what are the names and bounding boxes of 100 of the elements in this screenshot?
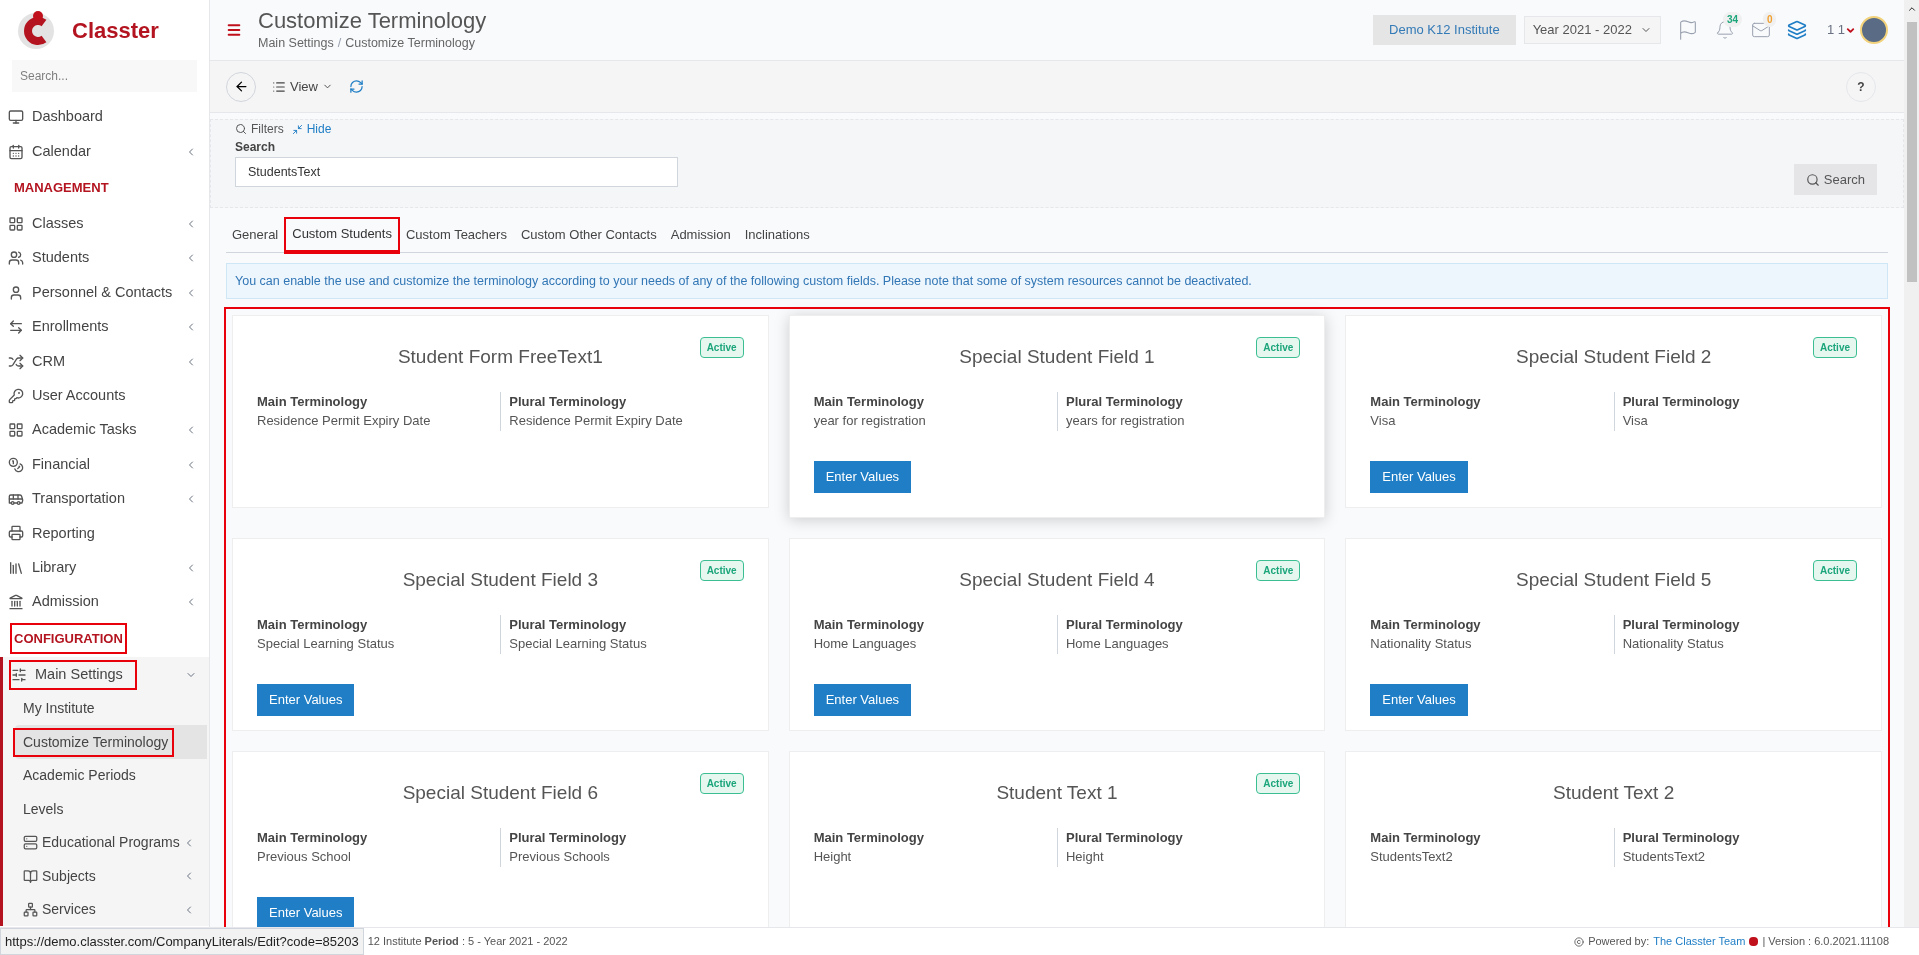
field-value: Nationality Status xyxy=(1370,635,1473,654)
message-count: 0 xyxy=(1762,12,1777,27)
avatar[interactable] xyxy=(1860,16,1888,44)
team-link[interactable]: The Classter Team xyxy=(1653,933,1746,950)
submenu-item[interactable]: My Institute xyxy=(15,691,207,726)
view-button[interactable]: View xyxy=(272,76,333,97)
field-label: Main Terminology xyxy=(1370,615,1482,634)
submenu-item[interactable]: Services xyxy=(15,892,207,927)
tab[interactable]: Admission xyxy=(664,219,737,252)
sidebar-item[interactable]: Library xyxy=(0,550,209,586)
sidebar-item[interactable]: CRM xyxy=(0,344,209,379)
enter-values-button[interactable]: Enter Values xyxy=(813,460,912,493)
enter-values-button[interactable]: Enter Values xyxy=(257,683,355,716)
sidebar-item[interactable]: Dashboard xyxy=(0,100,209,135)
submenu-item[interactable]: Customize Terminology xyxy=(15,725,207,759)
enter-values-button[interactable]: Enter Values xyxy=(1370,460,1468,493)
refresh-icon[interactable] xyxy=(348,79,364,94)
search-icon xyxy=(1805,172,1820,187)
submenu-item[interactable]: Academic Periods xyxy=(15,758,207,793)
sidebar-item-label: Dashboard xyxy=(32,107,103,127)
sidebar-item-label: User Accounts xyxy=(32,386,126,406)
submenu-item[interactable]: Educational Programs xyxy=(15,825,207,860)
tab[interactable]: Inclinations xyxy=(738,219,816,252)
user-name[interactable]: 1 1 xyxy=(1826,20,1845,40)
tab[interactable]: Custom Other Contacts xyxy=(514,219,663,252)
field-value: Visa xyxy=(1622,412,1649,431)
sidebar-item-label: Admission xyxy=(32,592,99,612)
card-title: Special Student Field 2 xyxy=(1515,345,1712,370)
sidebar-item[interactable]: Classes xyxy=(0,206,209,242)
field-label: Main Terminology xyxy=(1370,392,1482,411)
search-field[interactable]: StudentsText xyxy=(235,157,678,187)
card-title: Special Student Field 5 xyxy=(1515,568,1712,593)
field-label: Plural Terminology xyxy=(509,828,628,847)
field-value: Special Learning Status xyxy=(509,635,648,654)
menu-item-icon xyxy=(8,143,24,160)
submenu-item-label: My Institute xyxy=(23,699,95,719)
menu-icon[interactable] xyxy=(226,22,242,38)
tab[interactable]: General xyxy=(226,219,285,252)
sidebar-item[interactable]: Personnel & Contacts xyxy=(0,275,209,310)
field-value: Nationality Status xyxy=(1622,635,1725,654)
sidebar-item-label: Academic Tasks xyxy=(32,420,137,440)
field-label: Main Terminology xyxy=(257,392,369,411)
card-title: Special Student Field 1 xyxy=(959,345,1155,370)
menu-item-icon xyxy=(23,835,38,851)
active-badge: Active xyxy=(1813,337,1857,359)
collapse-icon xyxy=(291,123,303,135)
search-button[interactable]: Search xyxy=(1793,164,1877,195)
active-badge: Active xyxy=(1256,337,1301,359)
active-badge: Active xyxy=(1256,773,1301,795)
layers-icon[interactable] xyxy=(1786,20,1807,40)
field-label: Main Terminology xyxy=(257,615,369,634)
logo-icon xyxy=(1749,937,1759,946)
list-icon xyxy=(272,79,286,94)
hide-link[interactable]: Hide xyxy=(291,120,332,138)
active-badge: Active xyxy=(1813,560,1857,582)
menu-item-icon xyxy=(8,456,24,473)
enter-values-button[interactable]: Enter Values xyxy=(813,683,912,716)
field-label: Plural Terminology xyxy=(509,615,628,634)
sidebar-item-label: Classes xyxy=(32,214,84,234)
menu-item-icon xyxy=(11,666,27,683)
field-label: Plural Terminology xyxy=(1622,392,1741,411)
menu-item-icon xyxy=(8,319,24,336)
breadcrumb[interactable]: Main Settings xyxy=(258,34,334,54)
scrollbar-thumb[interactable] xyxy=(1906,22,1917,282)
tab[interactable]: Custom Teachers xyxy=(399,219,513,252)
enter-values-button[interactable]: Enter Values xyxy=(1370,683,1468,716)
field-value: Height xyxy=(1066,848,1105,867)
menu-item-icon xyxy=(8,215,24,232)
sidebar-item[interactable]: Calendar xyxy=(0,134,209,169)
active-badge: Active xyxy=(699,560,744,582)
scrollbar[interactable] xyxy=(1904,0,1919,927)
year-dropdown[interactable]: Year 2021 - 2022 xyxy=(1523,16,1661,44)
sidebar-item-label: CRM xyxy=(32,351,66,371)
enter-values-button[interactable]: Enter Values xyxy=(257,896,355,927)
menu-item-icon xyxy=(8,353,24,370)
submenu-item[interactable]: Levels xyxy=(15,792,207,826)
sidebar-item[interactable]: Financial xyxy=(0,447,209,482)
field-label: Plural Terminology xyxy=(1622,828,1741,847)
sidebar-item-label: Transportation xyxy=(32,489,125,509)
active-badge: Active xyxy=(699,773,744,795)
submenu-item[interactable]: Subjects xyxy=(15,859,207,893)
link-preview: https://demo.classter.com/CompanyLiterals/Edit?code=85203 xyxy=(0,928,364,955)
sidebar-item[interactable]: User Accounts xyxy=(0,378,209,414)
menu-item-icon xyxy=(23,868,38,884)
tab[interactable]: Custom Students xyxy=(286,219,398,252)
sidebar-item[interactable]: Admission xyxy=(0,585,209,620)
sidebar-item[interactable]: Students xyxy=(0,241,209,276)
sidebar-item-label: Library xyxy=(32,558,77,577)
sidebar-item-label: Financial xyxy=(32,454,91,474)
sidebar-item[interactable]: Main Settings xyxy=(3,657,209,692)
sidebar-item[interactable]: Academic Tasks xyxy=(0,413,209,448)
sidebar-item[interactable]: Enrollments xyxy=(0,309,209,345)
sidebar-item[interactable]: Transportation xyxy=(0,481,209,517)
menu-item-icon xyxy=(23,902,38,918)
sidebar-search-field[interactable]: Search... xyxy=(12,60,197,92)
field-label: Plural Terminology xyxy=(1066,615,1184,634)
sidebar-item-label: Calendar xyxy=(32,141,91,161)
info-alert: You can enable the use and customize the terminology according to your needs of any of the following custom fields. Please note that some of system resources cannot be deactivated. xyxy=(226,262,1888,300)
field-value: Height xyxy=(813,848,853,867)
sidebar-item[interactable]: Reporting xyxy=(0,516,209,551)
